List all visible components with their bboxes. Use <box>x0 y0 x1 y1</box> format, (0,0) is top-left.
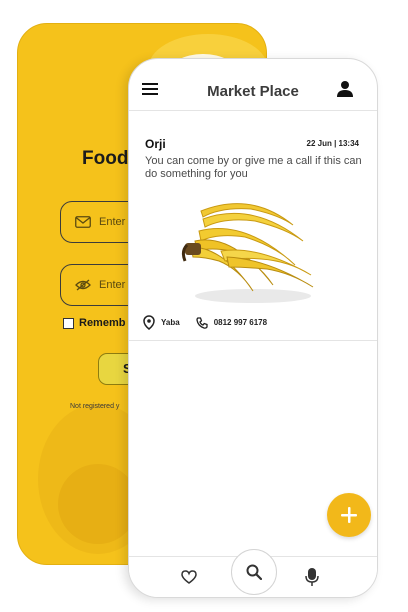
heart-icon[interactable] <box>181 570 197 584</box>
bottom-nav-bar <box>129 549 377 597</box>
microphone-icon[interactable] <box>305 567 319 587</box>
location-text: Yaba <box>161 318 180 327</box>
mail-icon <box>75 216 91 228</box>
post-location: Yaba <box>143 315 180 330</box>
eye-off-icon <box>75 279 91 291</box>
remember-label: Rememb <box>79 317 126 329</box>
phone-icon <box>196 316 208 329</box>
remember-me-checkbox[interactable]: Rememb <box>63 317 125 329</box>
post-meta: Yaba 0812 997 6178 <box>143 315 283 330</box>
post-phone[interactable]: 0812 997 6178 <box>196 316 268 329</box>
top-app-bar: Market Place <box>129 59 377 111</box>
register-prompt[interactable]: Not registered y <box>70 403 119 410</box>
app-logo-text: FoodI <box>82 148 134 169</box>
market-post[interactable]: Orji 22 Jun | 13:34 You can come by or g… <box>129 111 377 341</box>
bananas-image <box>181 203 314 303</box>
add-post-button[interactable] <box>327 493 371 537</box>
checkbox-box[interactable] <box>63 317 74 329</box>
search-icon <box>246 564 262 580</box>
location-pin-icon <box>143 315 155 330</box>
post-message: You can come by or give me a call if thi… <box>145 155 362 180</box>
email-placeholder: Enter <box>99 216 126 228</box>
password-placeholder: Enter <box>99 279 126 291</box>
post-timestamp: 22 Jun | 13:34 <box>306 139 360 148</box>
market-place-screen: Market Place Orji 22 Jun | 13:34 You can… <box>128 58 378 598</box>
post-author: Orji <box>145 137 166 151</box>
search-button[interactable] <box>231 549 277 595</box>
plus-icon <box>341 507 357 523</box>
phone-text: 0812 997 6178 <box>213 318 268 327</box>
food-photo-shadow-2 <box>58 464 138 544</box>
user-icon[interactable] <box>336 80 354 98</box>
